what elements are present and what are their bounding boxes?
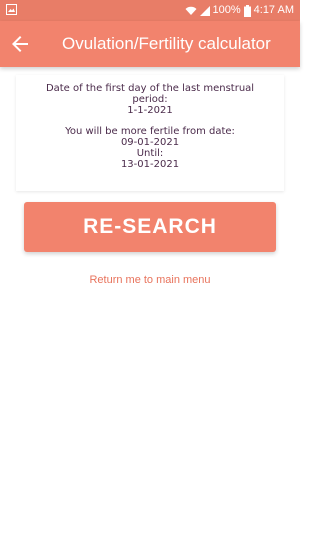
status-time: 4:17 AM (253, 4, 294, 16)
page-title: Ovulation/Fertility calculator (62, 34, 271, 53)
battery-icon (243, 4, 251, 17)
research-button[interactable]: RE-SEARCH (24, 202, 276, 252)
wifi-icon (185, 6, 196, 15)
fertile-label: You will be more fertile from date: (65, 126, 235, 137)
fertile-end-date: 13-01-2021 (120, 159, 180, 170)
until-label: Until: (136, 148, 164, 159)
image-icon (6, 4, 17, 15)
result-card: Date of the first day of the last menstr… (16, 75, 284, 191)
period-label-line2: period: (132, 94, 168, 105)
app-bar: Ovulation/Fertility calculator (0, 21, 300, 67)
period-label-line1: Date of the first day of the last menstr… (45, 83, 255, 94)
status-right: 100% 4:17 AM (185, 3, 294, 18)
fertile-start-date: 09-01-2021 (120, 137, 180, 148)
period-date: 1-1-2021 (127, 105, 173, 116)
arrow-back-icon[interactable] (8, 32, 32, 56)
status-bar: 100% 4:17 AM (0, 0, 300, 21)
signal-icon (199, 5, 210, 16)
battery-percent: 100% (212, 4, 241, 16)
return-main-menu-link[interactable]: Return me to main menu (0, 274, 300, 286)
